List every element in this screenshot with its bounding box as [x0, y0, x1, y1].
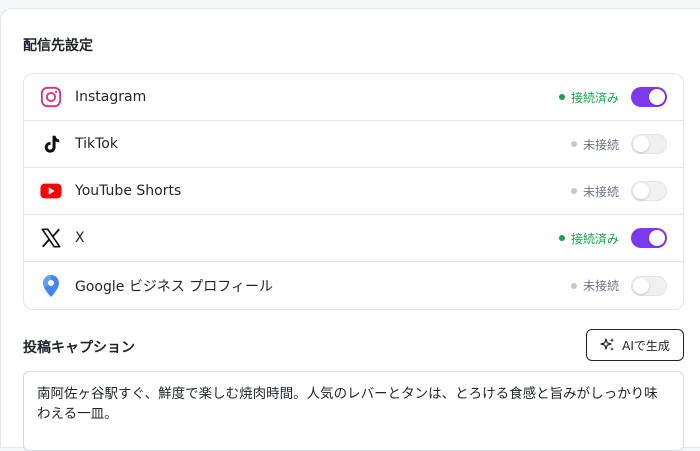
status-dot	[558, 94, 565, 100]
status-dot	[570, 188, 577, 194]
platform-row-instagram: Instagram 接続済み	[24, 74, 683, 121]
section-title: 配信先設定	[23, 38, 93, 54]
status-dot	[558, 235, 565, 241]
status-badge: 未接続	[570, 277, 619, 294]
status-text: 未接続	[582, 137, 619, 152]
platform-name: Instagram	[75, 89, 147, 105]
platform-name: Google ビジネス プロフィール	[75, 278, 273, 295]
instagram-icon	[40, 86, 62, 108]
status-badge: 接続済み	[558, 230, 619, 247]
platform-list: Instagram 接続済み TikTok 未接続 YouTube Shorts…	[23, 73, 684, 310]
platform-name: TikTok	[75, 136, 118, 152]
status-badge: 接続済み	[558, 89, 619, 106]
google-business-toggle[interactable]	[631, 275, 667, 296]
tiktok-toggle[interactable]	[631, 134, 667, 154]
platform-row-x: X 接続済み	[24, 215, 683, 262]
platform-row-google-business: Google ビジネス プロフィール 未接続	[24, 262, 683, 309]
platform-row-tiktok: TikTok 未接続	[24, 121, 683, 168]
platform-name: X	[75, 230, 85, 246]
status-text: 未接続	[582, 279, 619, 293]
toggle-knob	[649, 89, 665, 105]
toggle-knob	[649, 230, 665, 246]
caption-textarea[interactable]: 南阿佐ヶ谷駅すぐ、鮮度で楽しむ焼肉時間。人気のレバーとタンは、とろける食感と旨み…	[23, 371, 684, 451]
toggle-knob	[633, 277, 649, 294]
sparkles-icon	[600, 338, 615, 351]
caption-label: 投稿キャプション	[23, 340, 135, 356]
status-dot	[570, 141, 577, 147]
platform-name: YouTube Shorts	[75, 183, 182, 199]
status-text: 接続済み	[570, 90, 619, 105]
toggle-knob	[633, 136, 649, 152]
status-badge: 未接続	[570, 183, 619, 200]
status-dot	[570, 282, 577, 289]
distribution-settings-card: 配信先設定 Instagram 接続済み TikTok 未接続 YouTube …	[0, 8, 700, 451]
status-text: 接続済み	[570, 231, 619, 246]
youtube-icon	[40, 180, 62, 202]
tiktok-icon	[40, 133, 62, 155]
platform-row-youtube-shorts: YouTube Shorts 未接続	[24, 168, 683, 215]
instagram-toggle[interactable]	[631, 87, 667, 107]
ai-generate-label: AIで生成	[622, 338, 670, 353]
x-icon	[40, 227, 62, 249]
status-badge: 未接続	[570, 136, 619, 153]
ai-generate-button[interactable]: AIで生成	[586, 329, 684, 361]
youtube-shorts-toggle[interactable]	[631, 181, 667, 201]
x-toggle[interactable]	[631, 228, 667, 248]
status-text: 未接続	[582, 184, 619, 199]
toggle-knob	[633, 183, 649, 199]
google-maps-pin-icon	[40, 274, 62, 297]
